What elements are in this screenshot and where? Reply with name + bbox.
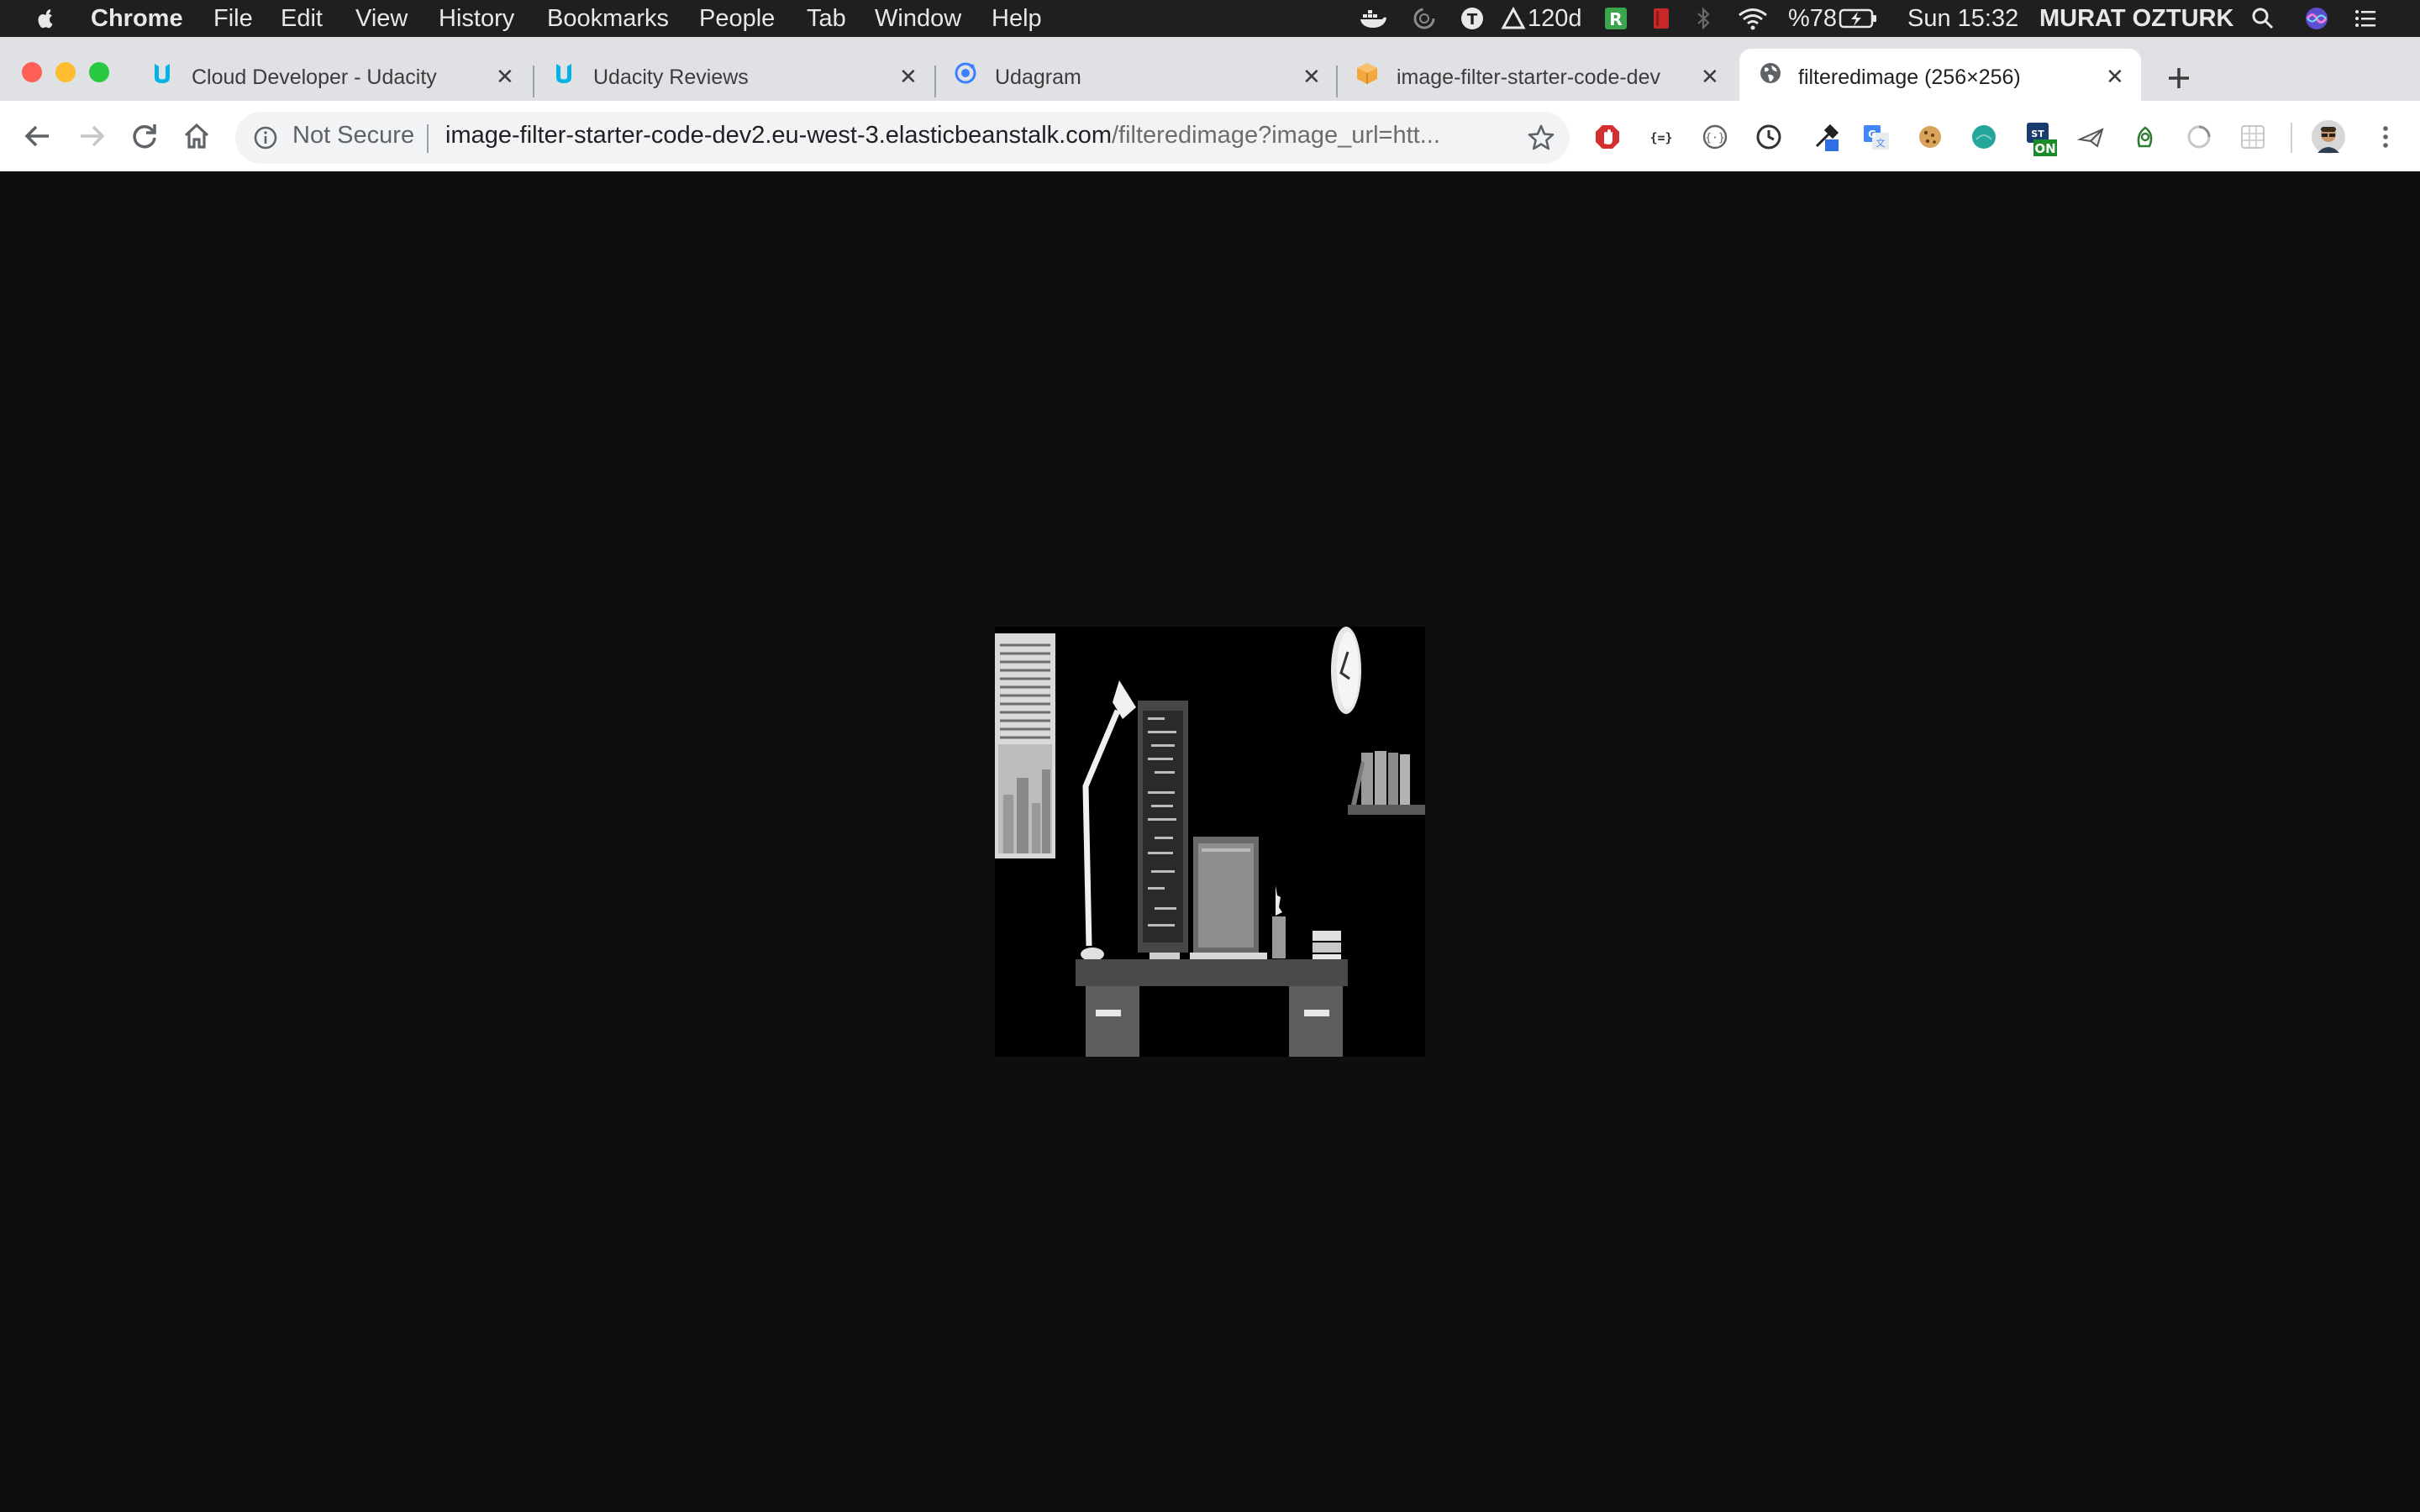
adblock-icon[interactable] bbox=[1593, 123, 1622, 151]
menu-file[interactable]: File bbox=[213, 5, 253, 33]
cookie-icon[interactable] bbox=[1916, 123, 1944, 151]
svg-text:ST: ST bbox=[2031, 129, 2044, 139]
macos-menu-bar: Chrome File Edit View History Bookmarks … bbox=[0, 0, 2420, 37]
green-r-icon[interactable]: R bbox=[1603, 6, 1628, 31]
menu-help[interactable]: Help bbox=[992, 5, 1042, 33]
bluetooth-icon[interactable] bbox=[1691, 6, 1716, 31]
menu-tab[interactable]: Tab bbox=[807, 5, 846, 33]
apple-logo-icon[interactable] bbox=[34, 6, 59, 31]
tab-close-icon[interactable]: ✕ bbox=[1302, 64, 1321, 90]
app-name-menu[interactable]: Chrome bbox=[91, 5, 183, 33]
google-translate-icon[interactable]: G文 bbox=[1862, 123, 1891, 151]
aws-box-icon bbox=[1357, 63, 1377, 84]
menu-window[interactable]: Window bbox=[875, 5, 961, 33]
reload-icon[interactable] bbox=[128, 119, 161, 153]
svg-text:ON: ON bbox=[2034, 141, 2055, 156]
notification-center-icon[interactable] bbox=[2353, 6, 2378, 31]
spinner-icon[interactable] bbox=[2185, 123, 2213, 151]
user-name[interactable]: MURAT OZTURK bbox=[2039, 5, 2233, 33]
tab-title: Udacity Reviews bbox=[593, 66, 749, 89]
tab-udacity-reviews[interactable]: Udacity Reviews ✕ bbox=[551, 49, 921, 101]
url-field[interactable]: image-filter-starter-code-dev2.eu-west-3… bbox=[445, 122, 1496, 150]
siri-icon[interactable] bbox=[2304, 6, 2329, 31]
wifi-icon[interactable] bbox=[1736, 6, 1770, 31]
new-tab-plus-icon[interactable] bbox=[2165, 64, 2193, 92]
globe-icon bbox=[1760, 63, 1781, 83]
tab-separator bbox=[1336, 66, 1338, 97]
url-host: image-filter-starter-code-dev2.eu-west-3… bbox=[445, 122, 1112, 149]
svg-text:文: 文 bbox=[1876, 137, 1886, 149]
svg-text:T: T bbox=[1467, 11, 1478, 29]
tab-close-icon[interactable]: ✕ bbox=[2106, 64, 2124, 90]
paper-plane-icon[interactable] bbox=[2077, 123, 2106, 151]
info-circle-icon[interactable] bbox=[252, 124, 279, 151]
window-close-button[interactable] bbox=[22, 62, 42, 82]
not-secure-label[interactable]: Not Secure bbox=[292, 122, 414, 150]
chrome-menu-kebab-icon[interactable] bbox=[2371, 123, 2400, 151]
tab-close-icon[interactable]: ✕ bbox=[1701, 64, 1719, 90]
docker-icon[interactable] bbox=[1358, 6, 1388, 31]
tab-title: Cloud Developer - Udacity bbox=[192, 66, 437, 89]
tab-title: Udagram bbox=[995, 66, 1081, 89]
udacity-icon bbox=[556, 64, 571, 83]
clock-history-icon[interactable] bbox=[1754, 123, 1783, 151]
tab-image-filter-starter[interactable]: image-filter-starter-code-dev ✕ bbox=[1355, 49, 1724, 101]
battery-percent[interactable]: %78 bbox=[1788, 5, 1837, 33]
tab-separator bbox=[934, 66, 936, 97]
forward-arrow-icon[interactable] bbox=[76, 119, 109, 153]
tab-cloud-developer[interactable]: Cloud Developer - Udacity ✕ bbox=[150, 49, 519, 101]
ionic-icon bbox=[955, 62, 976, 84]
bookmark-star-icon[interactable] bbox=[1526, 123, 1556, 153]
udacity-icon bbox=[155, 64, 170, 83]
tab-filteredimage[interactable]: filteredimage (256×256) ✕ bbox=[1758, 49, 2128, 101]
tab-title: filteredimage (256×256) bbox=[1798, 66, 2021, 89]
tab-close-icon[interactable]: ✕ bbox=[496, 64, 514, 90]
omnibox-divider bbox=[427, 124, 429, 153]
delta-icon[interactable] bbox=[1501, 6, 1526, 31]
url-path: /filteredimage?image_url=htt... bbox=[1111, 122, 1440, 149]
t-circle-icon[interactable]: T bbox=[1460, 6, 1485, 31]
svg-text:G: G bbox=[1868, 129, 1876, 140]
leaf-icon[interactable] bbox=[2131, 123, 2160, 151]
menu-view[interactable]: View bbox=[355, 5, 408, 33]
eyedropper-icon[interactable] bbox=[1812, 123, 1840, 151]
menu-edit[interactable]: Edit bbox=[281, 5, 323, 33]
menu-bookmarks[interactable]: Bookmarks bbox=[547, 5, 669, 33]
tab-separator bbox=[533, 66, 534, 97]
clock[interactable]: Sun 15:32 bbox=[1907, 5, 2018, 33]
menu-people[interactable]: People bbox=[699, 5, 775, 33]
svg-text:R: R bbox=[1609, 9, 1622, 29]
svg-text:{=}: {=} bbox=[1649, 130, 1672, 145]
battery-charging-icon[interactable] bbox=[1839, 6, 1879, 31]
tab-udagram[interactable]: Udagram ✕ bbox=[953, 49, 1323, 101]
home-icon[interactable] bbox=[180, 119, 213, 153]
menu-history[interactable]: History bbox=[439, 5, 514, 33]
window-zoom-button[interactable] bbox=[89, 62, 109, 82]
tab-close-icon[interactable]: ✕ bbox=[899, 64, 918, 90]
json-viewer-icon[interactable]: {=} bbox=[1647, 123, 1676, 151]
svg-text:{·}: {·} bbox=[1705, 132, 1724, 144]
profile-avatar-icon[interactable] bbox=[2311, 119, 2346, 155]
filtered-image bbox=[995, 627, 1425, 1057]
on-badge-icon[interactable]: ST ON bbox=[2023, 123, 2057, 160]
spinner-status-icon[interactable] bbox=[1412, 6, 1437, 31]
days-counter[interactable]: 120d bbox=[1528, 5, 1582, 33]
tab-title: image-filter-starter-code-dev bbox=[1397, 66, 1660, 89]
teal-circle-icon[interactable] bbox=[1970, 123, 1998, 151]
back-arrow-icon[interactable] bbox=[20, 119, 54, 153]
grid-icon[interactable] bbox=[2238, 123, 2267, 151]
code-icon[interactable]: {·} bbox=[1701, 123, 1729, 151]
window-minimize-button[interactable] bbox=[55, 62, 76, 82]
red-book-icon[interactable] bbox=[1649, 6, 1674, 31]
toolbar-divider bbox=[2291, 123, 2292, 153]
spotlight-search-icon[interactable] bbox=[2250, 6, 2275, 31]
